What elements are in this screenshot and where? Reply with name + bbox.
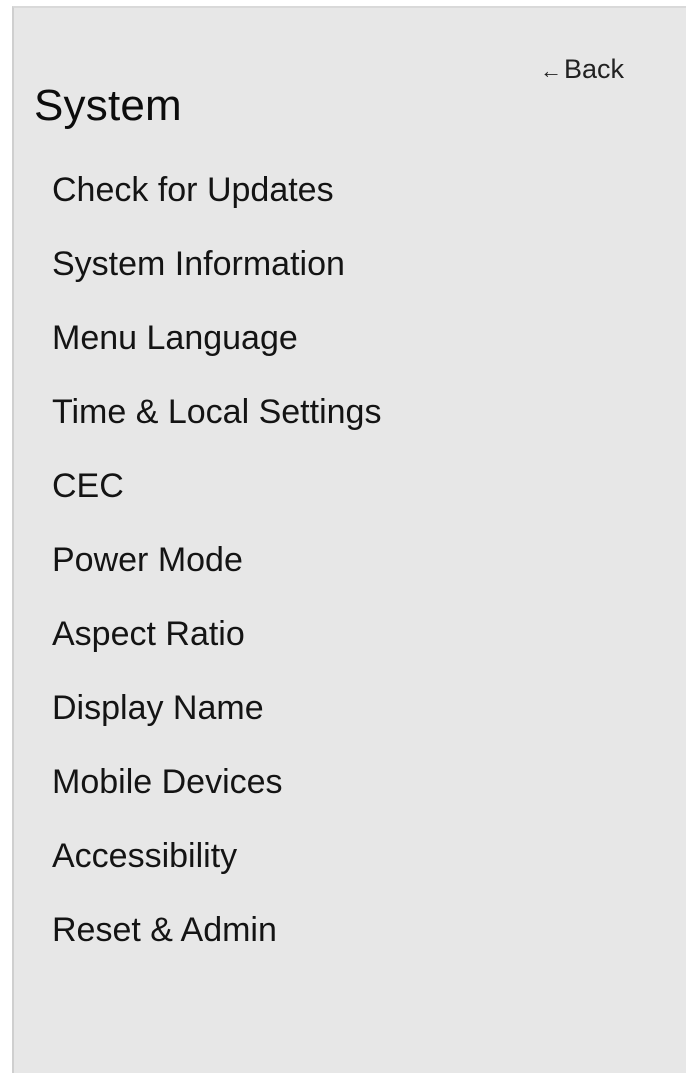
back-label: Back <box>564 54 625 84</box>
back-button[interactable]: ←Back <box>540 52 624 88</box>
menu-item-time-local-settings[interactable]: Time & Local Settings <box>14 380 686 454</box>
menu-item-mobile-devices[interactable]: Mobile Devices <box>14 750 686 824</box>
menu-item-system-information[interactable]: System Information <box>14 232 686 306</box>
back-arrow-icon: ← <box>540 58 562 83</box>
menu-item-aspect-ratio[interactable]: Aspect Ratio <box>14 602 686 676</box>
menu-item-power-mode[interactable]: Power Mode <box>14 528 686 602</box>
menu-item-cec[interactable]: CEC <box>14 454 686 528</box>
menu-item-menu-language[interactable]: Menu Language <box>14 306 686 380</box>
system-menu-panel: ←Back System Check for Updates System In… <box>12 6 686 1073</box>
menu-item-check-for-updates[interactable]: Check for Updates <box>14 158 686 232</box>
settings-menu-list: Check for Updates System Information Men… <box>14 158 686 972</box>
page-title: System <box>34 81 182 130</box>
menu-item-accessibility[interactable]: Accessibility <box>14 824 686 898</box>
menu-item-display-name[interactable]: Display Name <box>14 676 686 750</box>
menu-item-reset-admin[interactable]: Reset & Admin <box>14 898 686 972</box>
